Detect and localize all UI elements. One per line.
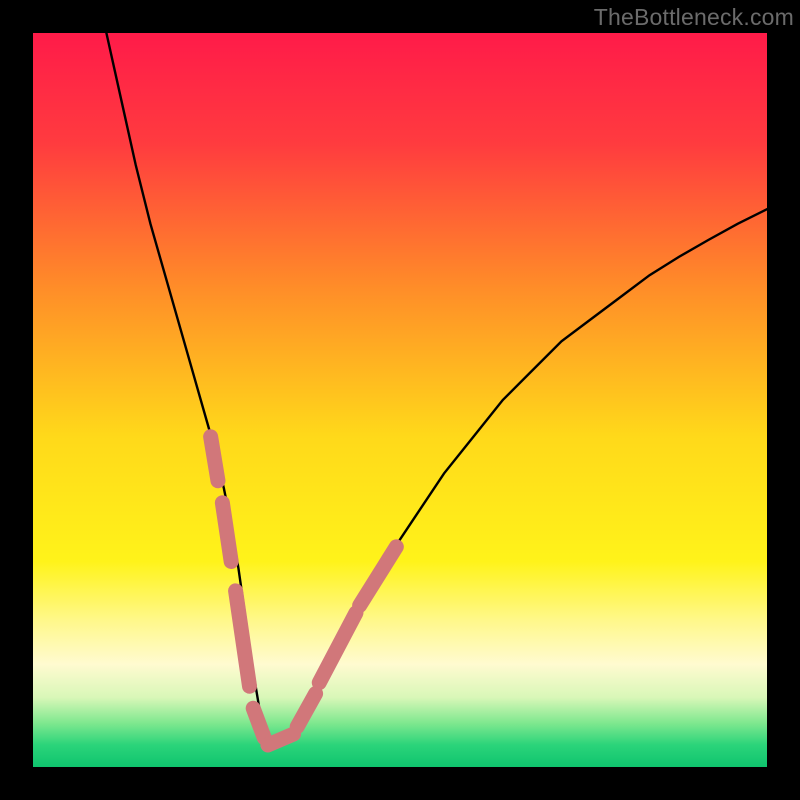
marker-segment [222,503,231,562]
marker-segment [253,708,264,737]
watermark-text: TheBottleneck.com [594,4,794,31]
chart-frame [33,33,767,767]
marker-segment [211,437,218,481]
gradient-background [33,33,767,767]
marker-segment [268,734,294,745]
bottleneck-chart [33,33,767,767]
